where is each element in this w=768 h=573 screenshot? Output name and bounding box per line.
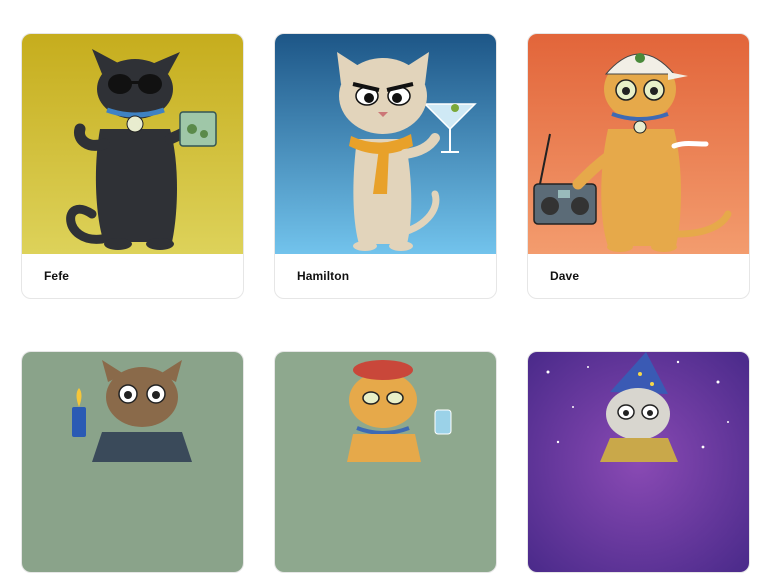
nft-card-hamilton[interactable]: Hamilton [274,33,497,299]
nft-card-title: Dave [550,269,580,283]
nft-image-6 [528,352,749,572]
nft-card-5[interactable] [274,351,497,573]
nft-image-hamilton [275,34,496,254]
nft-card-dave[interactable]: Dave [527,33,750,299]
nft-card-4[interactable] [21,351,244,573]
nft-card-title: Fefe [44,269,70,283]
nft-image-dave [528,34,749,254]
nft-card-6[interactable] [527,351,750,573]
nft-image-4 [22,352,243,572]
nft-image-fefe [22,34,243,254]
nft-image-5 [275,352,496,572]
nft-card-fefe[interactable]: Fefe [21,33,244,299]
nft-card-title: Hamilton [297,269,350,283]
